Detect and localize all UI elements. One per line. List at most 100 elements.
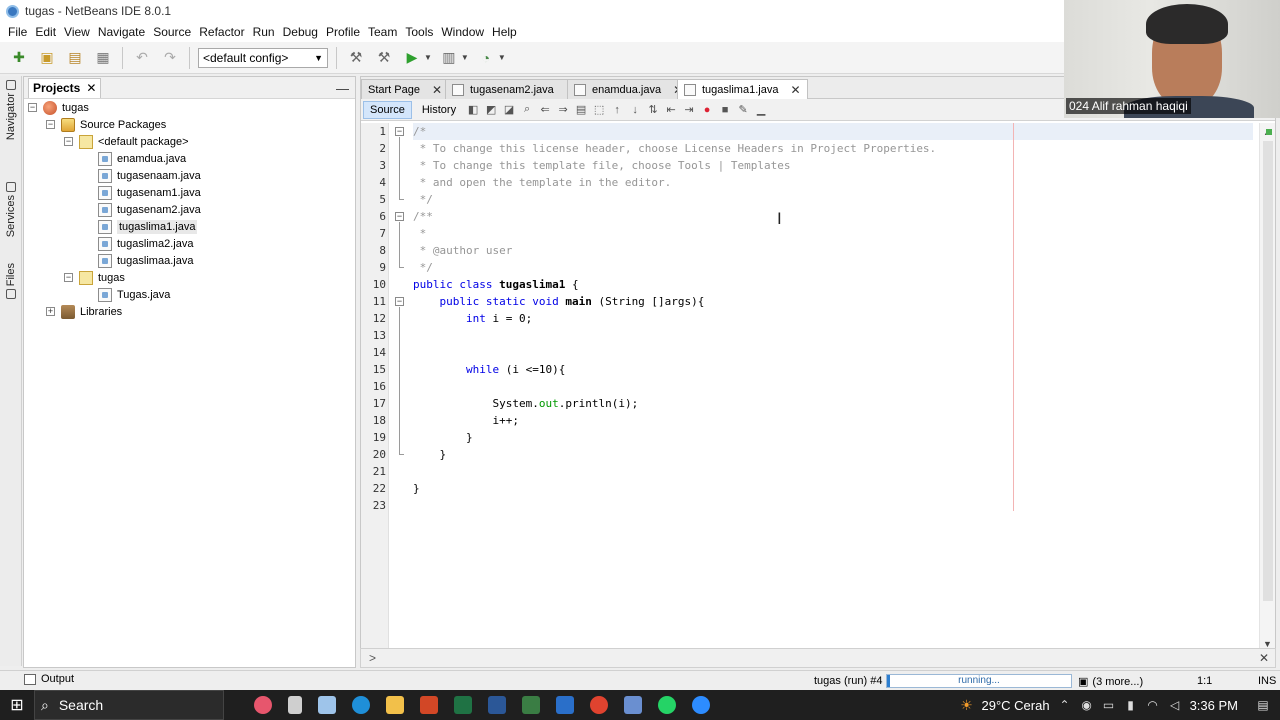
battery-icon[interactable]: ▮	[1124, 698, 1138, 712]
file-explorer-icon[interactable]	[386, 696, 404, 714]
camera-icon[interactable]: ▭	[1102, 698, 1116, 712]
source-mode-button[interactable]: Source	[363, 100, 412, 119]
tree-file-item[interactable]: tugasenaam.java	[98, 167, 201, 184]
run-icon[interactable]: ▶	[401, 47, 423, 69]
menu-debug[interactable]: Debug	[279, 25, 322, 39]
find-icon[interactable]: ⌕	[520, 103, 534, 117]
open-project-icon[interactable]: ▤	[64, 47, 86, 69]
network-icon[interactable]: ◠	[1146, 698, 1160, 712]
tab-tugaslima1[interactable]: tugaslima1.java ✕	[677, 79, 808, 100]
zoom-icon[interactable]	[692, 696, 710, 714]
collapse-icon[interactable]: −	[64, 137, 73, 146]
collapse-icon[interactable]: −	[28, 103, 37, 112]
stop-macro-icon[interactable]: ■	[718, 103, 732, 117]
tree-file-item-selected[interactable]: tugaslima1.java	[98, 218, 198, 235]
debug-icon[interactable]: ▥	[438, 47, 460, 69]
scrollbar-thumb[interactable]	[1263, 141, 1273, 601]
close-icon[interactable]: ✕	[1259, 651, 1269, 665]
save-all-icon[interactable]: ▦	[92, 47, 114, 69]
history-mode-button[interactable]: History	[416, 101, 462, 119]
minimize-icon[interactable]: —	[336, 81, 349, 96]
fold-toggle-icon[interactable]: −	[395, 127, 404, 136]
store-icon[interactable]	[522, 696, 540, 714]
netbeans-taskbar-icon[interactable]	[624, 696, 642, 714]
word-icon[interactable]	[488, 696, 506, 714]
toggle-bookmark-icon[interactable]: ⇅	[646, 103, 660, 117]
back-icon[interactable]: ◩	[484, 103, 498, 117]
line-number-gutter[interactable]: 1 2 3 4 5 6 7 8 9 10 11 12 13 14 15 16 1…	[361, 123, 389, 653]
collapse-icon[interactable]: −	[46, 120, 55, 129]
menu-profile[interactable]: Profile	[322, 25, 364, 39]
find-next-icon[interactable]: ⇒	[556, 103, 570, 117]
navigator-tab[interactable]: Navigator	[2, 80, 20, 140]
next-bookmark-icon[interactable]: ↓	[628, 103, 642, 117]
windows-start-icon[interactable]: ⊞	[0, 690, 34, 720]
excel-icon[interactable]	[454, 696, 472, 714]
menu-run[interactable]: Run	[249, 25, 279, 39]
services-tab[interactable]: Services	[2, 182, 20, 237]
previous-bookmark-icon[interactable]: ↑	[610, 103, 624, 117]
flowers-widget-icon[interactable]	[254, 696, 272, 714]
config-dropdown[interactable]: <default config> ▼	[198, 47, 328, 68]
task-view-icon[interactable]	[288, 696, 302, 714]
new-file-icon[interactable]: ✚	[8, 47, 30, 69]
run-task-label[interactable]: tugas (run) #4	[814, 675, 882, 687]
menu-navigate[interactable]: Navigate	[94, 25, 149, 39]
menu-edit[interactable]: Edit	[31, 25, 60, 39]
menu-file[interactable]: File	[4, 25, 31, 39]
tree-file-item[interactable]: tugaslimaa.java	[98, 252, 193, 269]
toggle-highlight-icon[interactable]: ▤	[574, 103, 588, 117]
chrome-icon[interactable]	[590, 696, 608, 714]
progress-bar[interactable]: running...	[886, 674, 1072, 688]
tab-tugasenam2[interactable]: tugasenam2.java ✕	[445, 79, 583, 99]
profile-icon[interactable]: ◔	[475, 47, 497, 69]
tree-file-item[interactable]: tugaslima2.java	[98, 235, 193, 252]
tab-enamdua[interactable]: enamdua.java ✕	[567, 79, 691, 99]
tree-file-item[interactable]: enamdua.java	[98, 150, 186, 167]
comment-icon[interactable]: ✎	[736, 103, 750, 117]
menu-tools[interactable]: Tools	[401, 25, 437, 39]
output-tab[interactable]: Output	[24, 673, 74, 685]
close-icon[interactable]: ✕	[790, 83, 800, 97]
clean-build-icon[interactable]: ⚒	[373, 47, 395, 69]
record-icon[interactable]: ◉	[1080, 698, 1094, 712]
fold-toggle-icon[interactable]: −	[395, 212, 404, 221]
tree-node-libraries[interactable]: + Libraries	[46, 303, 122, 320]
run-dropdown-icon[interactable]: ▼	[424, 53, 432, 62]
edge-icon[interactable]	[352, 696, 370, 714]
tab-start-page[interactable]: Start Page ✕	[361, 79, 450, 99]
chevron-up-icon[interactable]: ⌃	[1058, 698, 1072, 712]
code-area[interactable]: /* * To change this license header, choo…	[413, 123, 1253, 653]
taskbar-search[interactable]: ⌕ Search	[34, 690, 224, 720]
fold-toggle-icon[interactable]: −	[395, 297, 404, 306]
tree-file-item[interactable]: tugasenam2.java	[98, 201, 201, 218]
vertical-scrollbar[interactable]: ▲ ▼	[1259, 123, 1275, 653]
find-previous-icon[interactable]: ⇐	[538, 103, 552, 117]
notifications-icon[interactable]: ▤	[1256, 698, 1270, 712]
forward-icon[interactable]: ◪	[502, 103, 516, 117]
widgets-icon[interactable]	[318, 696, 336, 714]
projects-tab[interactable]: Projects ✕	[28, 77, 102, 98]
shift-left-icon[interactable]: ⇤	[664, 103, 678, 117]
collapse-icon[interactable]: −	[64, 273, 73, 282]
new-project-icon[interactable]: ▣	[36, 47, 58, 69]
menu-team[interactable]: Team	[364, 25, 401, 39]
tree-node-source-packages[interactable]: − Source Packages	[46, 116, 166, 133]
files-tab[interactable]: Files	[2, 260, 20, 300]
menu-view[interactable]: View	[60, 25, 94, 39]
weather-label[interactable]: 29°C Cerah	[982, 698, 1050, 713]
tree-file-item[interactable]: tugasenam1.java	[98, 184, 201, 201]
shift-right-icon[interactable]: ⇥	[682, 103, 696, 117]
whatsapp-icon[interactable]	[658, 696, 676, 714]
close-icon[interactable]: ✕	[86, 81, 96, 95]
rectangle-select-icon[interactable]: ⬚	[592, 103, 606, 117]
expand-icon[interactable]: +	[46, 307, 55, 316]
uncomment-icon[interactable]: ▁	[754, 103, 768, 117]
volume-icon[interactable]: ◁	[1168, 698, 1182, 712]
mail-icon[interactable]	[556, 696, 574, 714]
expand-arrow-icon[interactable]: >	[369, 651, 376, 665]
tree-node-default-package[interactable]: − <default package>	[64, 133, 189, 150]
profile-dropdown-icon[interactable]: ▼	[498, 53, 506, 62]
undo-icon[interactable]: ↶	[131, 47, 153, 69]
close-icon[interactable]: ✕	[432, 83, 442, 97]
